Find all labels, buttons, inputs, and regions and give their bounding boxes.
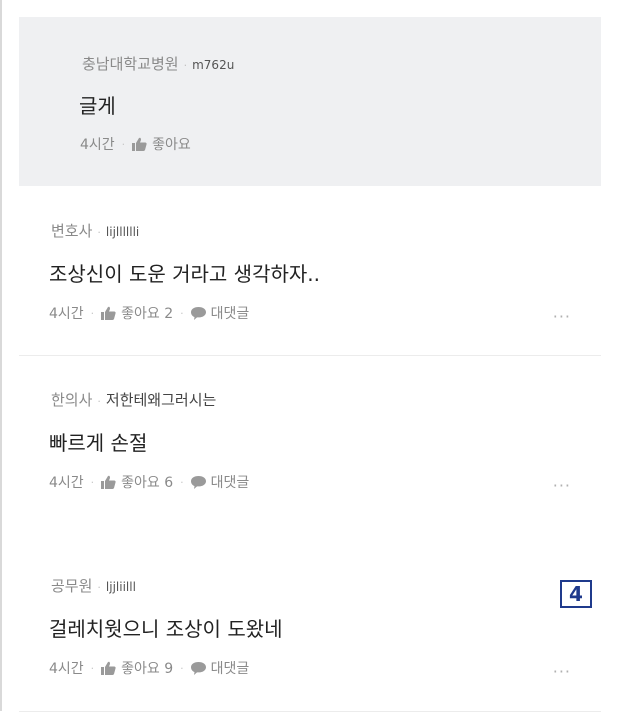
reply-comment: 충남대학교병원 · m762u 글게 4시간 · 좋아요 — [19, 17, 601, 186]
like-button[interactable]: 좋아요 6 — [101, 472, 173, 492]
comment-actions: 4시간 · 좋아요 6 · 대댓글 — [49, 472, 249, 492]
speech-bubble-icon — [190, 306, 206, 320]
page-number-badge: 4 — [560, 580, 592, 608]
more-options-button[interactable]: ··· — [553, 307, 571, 326]
separator: · — [97, 226, 101, 239]
thumbs-up-icon — [101, 661, 116, 675]
author-username[interactable]: ljjliilll — [106, 580, 136, 594]
thumbs-up-icon — [101, 475, 116, 489]
more-options-button[interactable]: ··· — [553, 662, 571, 681]
separator: · — [97, 395, 101, 408]
author-username[interactable]: lijlllllli — [106, 225, 139, 239]
separator: · — [90, 306, 95, 320]
author-job[interactable]: 충남대학교병원 — [82, 55, 179, 73]
like-button[interactable]: 좋아요 2 — [101, 303, 173, 323]
comment-time: 4시간 — [49, 306, 84, 322]
comment-time: 4시간 — [49, 475, 84, 491]
thumbs-up-icon — [132, 137, 147, 151]
author-username[interactable]: 저한테왜그러시는 — [106, 391, 216, 409]
left-edge-divider — [0, 0, 2, 711]
speech-bubble-icon — [190, 475, 206, 489]
separator: · — [90, 661, 95, 675]
separator: · — [183, 59, 188, 72]
author-job[interactable]: 변호사 — [51, 222, 92, 240]
like-button[interactable]: 좋아요 — [132, 134, 191, 154]
comment-body: 글게 — [79, 94, 116, 118]
separator: · — [180, 475, 184, 489]
comment-body: 걸레치웟으니 조상이 도왔네 — [49, 617, 283, 641]
author-job[interactable]: 공무원 — [51, 577, 92, 595]
separator: · — [180, 661, 184, 675]
speech-bubble-icon — [190, 661, 206, 675]
like-label: 좋아요 — [152, 137, 191, 153]
reply-label: 대댓글 — [210, 661, 250, 677]
separator: · — [121, 137, 126, 151]
more-options-button[interactable]: ··· — [553, 476, 571, 495]
separator: · — [180, 306, 184, 320]
comment-meta: 충남대학교병원 · m762u — [82, 53, 234, 74]
like-label: 좋아요 2 — [121, 306, 174, 322]
comment-item: 공무원 · ljjliilll 걸레치웟으니 조상이 도왔네 4시간 · 좋아요 9… — [19, 558, 601, 712]
separator: · — [90, 475, 95, 489]
thumbs-up-icon — [101, 306, 116, 320]
comment-actions: 4시간 · 좋아요 9 · 대댓글 — [49, 658, 249, 678]
reply-button[interactable]: 대댓글 — [190, 472, 250, 492]
author-username[interactable]: m762u — [192, 58, 234, 72]
comment-meta: 한의사 · 저한테왜그러시는 — [51, 389, 216, 410]
comment-time: 4시간 — [49, 661, 84, 677]
like-label: 좋아요 6 — [121, 475, 174, 491]
reply-label: 대댓글 — [210, 475, 250, 491]
comment-actions: 4시간 · 좋아요 — [80, 134, 191, 154]
comment-item: 한의사 · 저한테왜그러시는 빠르게 손절 4시간 · 좋아요 6 · 대댓글 ··… — [19, 372, 601, 542]
comment-meta: 공무원 · ljjliilll — [51, 575, 136, 596]
comment-meta: 변호사 · lijlllllli — [51, 220, 139, 241]
like-button[interactable]: 좋아요 9 — [101, 658, 173, 678]
comment-actions: 4시간 · 좋아요 2 · 대댓글 — [49, 303, 249, 323]
comment-thread: 충남대학교병원 · m762u 글게 4시간 · 좋아요 변호사 · lijllllll… — [0, 0, 619, 712]
reply-button[interactable]: 대댓글 — [190, 658, 250, 678]
reply-button[interactable]: 대댓글 — [190, 303, 250, 323]
comment-body: 빠르게 손절 — [49, 431, 148, 455]
comment-body: 조상신이 도운 거라고 생각하자.. — [49, 262, 320, 286]
like-label: 좋아요 9 — [121, 661, 174, 677]
comment-item: 변호사 · lijlllllli 조상신이 도운 거라고 생각하자.. 4시간 · … — [19, 203, 601, 356]
separator: · — [97, 581, 101, 594]
comment-time: 4시간 — [80, 137, 115, 153]
reply-label: 대댓글 — [210, 306, 250, 322]
author-job[interactable]: 한의사 — [51, 391, 92, 409]
